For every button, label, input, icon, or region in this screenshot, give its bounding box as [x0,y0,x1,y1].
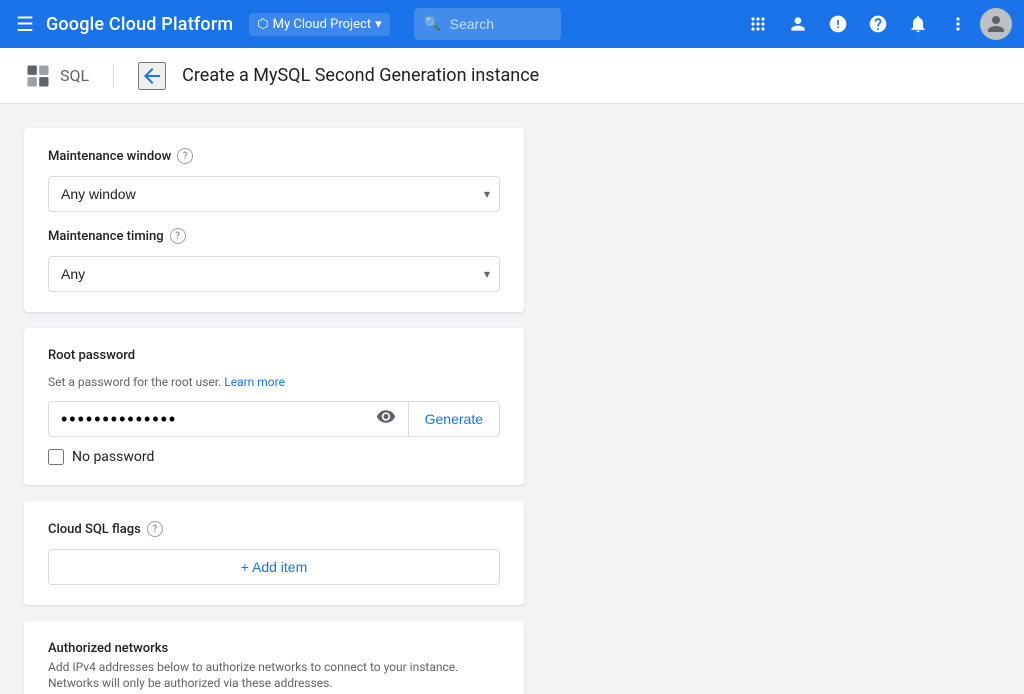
maintenance-window-select-wrap: Any window ▾ [48,176,500,212]
cloud-sql-flags-label: Cloud SQL flags ? [48,521,500,537]
app-name: Google Cloud Platform [46,14,233,35]
cloud-sql-flags-card: Cloud SQL flags ? + Add item [24,501,524,605]
maintenance-card: Maintenance window ? Any window ▾ Mainte… [24,128,524,312]
learn-more-link[interactable]: Learn more [224,375,285,389]
authorized-networks-desc2: Networks will only be authorized via the… [48,676,500,690]
maintenance-window-label: Maintenance window ? [48,148,500,164]
password-visibility-toggle[interactable] [372,403,400,436]
apps-icon[interactable] [740,6,776,42]
authorized-networks-title: Authorized networks [48,641,500,656]
generate-password-button[interactable]: Generate [409,401,500,437]
maintenance-window-help-icon[interactable]: ? [177,148,193,164]
project-selector-icon: ⬡ [257,17,268,32]
menu-icon[interactable]: ☰ [12,8,38,40]
subheader-divider [113,64,114,88]
root-password-description: Set a password for the root user. Learn … [48,375,500,389]
search-input[interactable] [414,8,561,40]
project-selector[interactable]: ⬡ My Cloud Project ▾ [249,13,389,36]
sql-nav-item[interactable]: SQL [24,62,89,90]
top-navigation: ☰ Google Cloud Platform ⬡ My Cloud Proje… [0,0,1024,48]
root-password-card: Root password Set a password for the roo… [24,328,524,485]
cloud-sql-flags-help-icon[interactable]: ? [147,521,163,537]
maintenance-timing-help-icon[interactable]: ? [170,228,186,244]
authorized-networks-desc1: Add IPv4 addresses below to authorize ne… [48,660,500,674]
main-content: Maintenance window ? Any window ▾ Mainte… [0,104,1024,694]
sql-label: SQL [60,66,89,85]
avatar[interactable] [980,8,1012,40]
alert-icon[interactable] [820,6,856,42]
add-item-button[interactable]: + Add item [48,549,500,585]
account-icon[interactable] [780,6,816,42]
help-icon[interactable] [860,6,896,42]
sql-stack-icon [24,62,52,90]
maintenance-timing-label: Maintenance timing ? [48,228,500,244]
maintenance-timing-select-wrap: Any ▾ [48,256,500,292]
no-password-checkbox[interactable] [48,449,64,465]
maintenance-timing-select[interactable]: Any [48,256,500,292]
no-password-row: No password [48,449,500,465]
page-title: Create a MySQL Second Generation instanc… [182,65,539,86]
project-dropdown-icon: ▾ [375,17,382,32]
more-icon[interactable] [940,6,976,42]
maintenance-window-select[interactable]: Any window [48,176,500,212]
top-icons [740,6,1012,42]
password-input-wrap: Generate [48,401,500,437]
subheader: SQL Create a MySQL Second Generation ins… [0,48,1024,104]
notifications-icon[interactable] [900,6,936,42]
password-input[interactable] [48,401,409,437]
authorized-networks-card: Authorized networks Add IPv4 addresses b… [24,621,524,694]
no-password-label: No password [72,449,154,465]
back-button[interactable] [138,62,166,90]
search-bar: 🔍 [414,8,561,40]
root-password-label: Root password [48,348,500,363]
project-name: My Cloud Project [273,17,371,32]
